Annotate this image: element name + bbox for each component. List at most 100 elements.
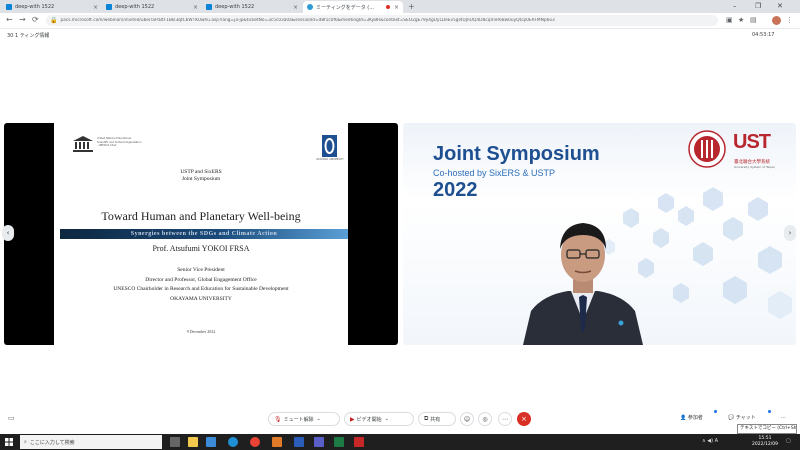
slide-role-line: Senior Vice President (177, 267, 225, 273)
file-explorer-icon[interactable] (188, 437, 198, 447)
tab-favicon-icon (6, 4, 12, 10)
university-mark-text: OKAYAMA UNIVERSITY (316, 158, 344, 161)
meeting-timer: 04:53:17 (752, 32, 775, 38)
slide-author: Prof. Atsufumi YOKOI FRSA (152, 244, 250, 253)
start-video-button[interactable]: ▶ ビデオ開始 ⌄ (344, 412, 414, 426)
notifications-icon[interactable]: ▢ (786, 438, 791, 444)
mail-icon[interactable] (206, 437, 216, 447)
clock[interactable]: 15:51 2022/12/09 (752, 436, 778, 448)
captions-icon[interactable]: ▭ (8, 414, 15, 422)
participants-label: 参加者 (687, 415, 703, 421)
shared-screen-tile[interactable]: United Nations Educational, Scientific a… (4, 123, 398, 345)
collections-icon[interactable]: ▤ (750, 16, 757, 24)
unesco-logo-icon (73, 136, 93, 152)
excel-icon[interactable] (334, 437, 344, 447)
tab-label: ミーティングをデータ (... (316, 4, 375, 11)
taskbar-search[interactable]: ⌕ ここに入力して検索 (20, 435, 162, 449)
participants-button[interactable]: 👤 参加者 (680, 414, 703, 421)
tab-close-icon[interactable]: × (93, 4, 98, 11)
slide-role-line: OKAYAMA UNIVERSITY (170, 295, 232, 302)
mic-off-icon: 🎙 (274, 415, 282, 423)
more-button[interactable]: ... (781, 414, 786, 420)
system-tray[interactable]: ∧ ◀) A (702, 438, 718, 444)
extension-icon[interactable]: ▣ (726, 16, 733, 24)
video-off-icon: ▶ (350, 415, 355, 423)
slide-title: Toward Human and Planetary Well-being (101, 209, 301, 223)
mute-button[interactable]: 🎙 ミュート解除 ⌄ (268, 412, 340, 426)
browser-toolbar: ← → ⟳ 🔒 pacs.microsoft.com/webinars/invi… (0, 13, 800, 29)
chat-badge (768, 410, 771, 413)
minimize-button[interactable]: – (733, 2, 737, 10)
word-icon[interactable] (294, 437, 304, 447)
browser-tab-active[interactable]: ミーティングをデータ (... × (303, 1, 403, 13)
tab-favicon-icon (206, 4, 212, 10)
banner-title: Joint Symposium (433, 143, 600, 165)
share-label: 共有 (430, 416, 441, 423)
tab-strip: deep-with 1522 × deep-with 1522 × deep-w… (0, 0, 800, 13)
favorites-icon[interactable]: ★ (738, 16, 744, 24)
meeting-info[interactable]: 30 1 ティング情報 (7, 32, 49, 39)
tab-close-icon[interactable]: × (394, 4, 399, 11)
next-page-button[interactable]: › (784, 225, 796, 241)
chat-icon: 💬 (728, 415, 735, 421)
video-label: ビデオ開始 (356, 416, 382, 423)
new-tab-button[interactable]: + (408, 2, 415, 11)
powerpoint-icon[interactable] (272, 437, 282, 447)
edge-browser-icon[interactable] (228, 437, 238, 447)
okayama-university-logo-icon (322, 135, 337, 157)
tab-favicon-icon (307, 4, 313, 10)
share-button[interactable]: ⧉ 共有 (418, 412, 456, 426)
speaker-person-icon (523, 223, 643, 345)
clock-date: 2022/12/09 (752, 442, 778, 447)
slide-org-line: USTP and SixERS (180, 169, 222, 175)
tab-close-icon[interactable]: × (293, 4, 298, 11)
slide-role-line: Director and Professor, Global Engagemen… (145, 276, 257, 283)
screen: deep-with 1522 × deep-with 1522 × deep-w… (0, 0, 800, 450)
close-window-button[interactable]: ✕ (777, 2, 783, 10)
mute-label: ミュート解除 (283, 416, 314, 423)
slide-org: USTP and SixERS Joint Symposium (54, 169, 348, 183)
slide-role-line: UNESCO Chairholder in Research and Educa… (113, 286, 289, 292)
ust-name-english: University System of Taipei (734, 165, 775, 169)
ust-logo: UST (733, 131, 771, 153)
chevron-down-icon[interactable]: ⌄ (385, 416, 389, 422)
share-icon: ⧉ (424, 415, 429, 422)
browser-tab[interactable]: deep-with 1522 × (2, 1, 102, 13)
forward-button[interactable]: → (19, 15, 26, 24)
chrome-browser-icon[interactable] (250, 437, 260, 447)
tab-close-icon[interactable]: × (193, 4, 198, 11)
tab-label: deep-with 1522 (215, 4, 255, 10)
search-placeholder: ここに入力して検索 (29, 439, 75, 446)
chevron-down-icon[interactable]: ⌄ (317, 416, 321, 422)
slide-subtitle-band: Synergies between the SDGs and Climate A… (60, 229, 348, 239)
teams-icon[interactable] (314, 437, 324, 447)
slide-roles: Senior Vice President Director and Profe… (54, 266, 348, 304)
tab-favicon-icon (106, 4, 112, 10)
chat-button[interactable]: 💬 チャット (728, 414, 756, 421)
task-view-icon[interactable] (170, 437, 180, 447)
slide-subtitle: Synergies between the SDGs and Climate A… (130, 231, 278, 237)
browser-tab[interactable]: deep-with 1522 × (202, 1, 302, 13)
reload-button[interactable]: ⟳ (32, 15, 39, 24)
banner-subtitle: Co-hosted by SixERS & USTP (433, 168, 556, 178)
slide-org-line: Joint Symposium (181, 176, 221, 182)
windows-start-icon[interactable] (5, 438, 13, 446)
menu-icon[interactable]: ⋮ (786, 16, 793, 24)
layout-button[interactable]: ◎ (478, 412, 492, 426)
leave-meeting-button[interactable]: × (517, 412, 531, 426)
chat-label: チャット (735, 415, 756, 421)
more-options-button[interactable]: ⋯ (498, 412, 512, 426)
acrobat-icon[interactable] (354, 437, 364, 447)
reactions-button[interactable]: ☺ (460, 412, 474, 426)
address-bar[interactable]: 🔒 pacs.microsoft.com/webinars/invited/ub… (46, 15, 718, 26)
participants-icon: 👤 (680, 415, 687, 421)
maximize-button[interactable]: ❐ (755, 2, 761, 10)
back-button[interactable]: ← (6, 15, 13, 24)
banner-year: 2022 (433, 179, 478, 201)
previous-page-button[interactable]: ‹ (2, 225, 14, 241)
browser-tab[interactable]: deep-with 1522 × (102, 1, 202, 13)
speaker-video-tile[interactable]: Joint Symposium Co-hosted by SixERS & US… (403, 123, 796, 345)
url-text: pacs.microsoft.com/webinars/invited/uber… (60, 18, 555, 23)
profile-avatar[interactable] (772, 16, 781, 25)
search-icon: ⌕ (24, 439, 27, 445)
